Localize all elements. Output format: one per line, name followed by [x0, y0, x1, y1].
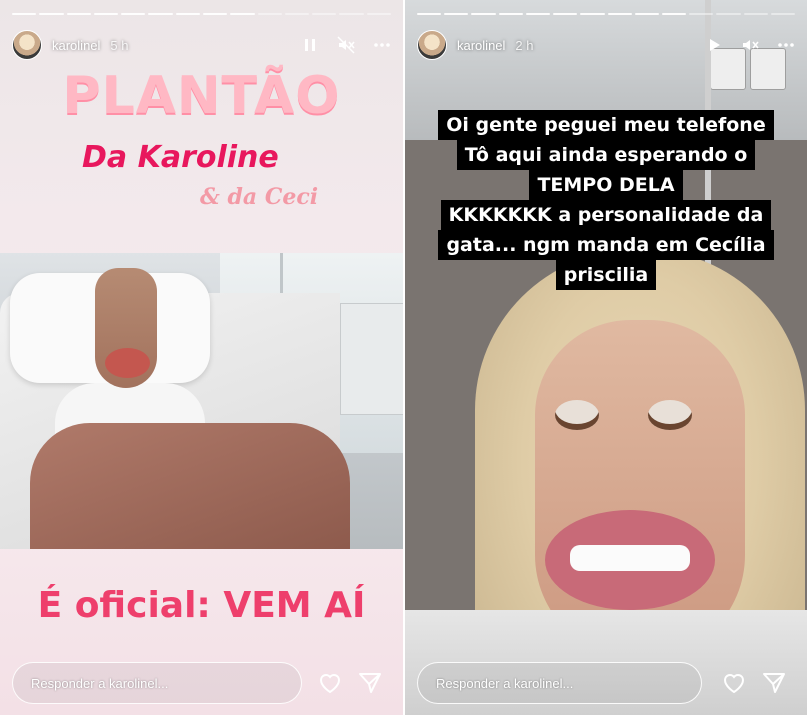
heart-icon[interactable]: [317, 670, 343, 696]
heart-icon[interactable]: [721, 670, 747, 696]
progress-segment: [230, 13, 255, 15]
username[interactable]: karolinel: [52, 38, 100, 53]
progress-segment: [12, 13, 37, 15]
progress-segment: [93, 13, 119, 15]
progress-segment: [471, 13, 496, 15]
progress-segment: [339, 13, 364, 15]
progress-segment: [444, 13, 469, 15]
mouth: [105, 348, 150, 378]
progress-segment: [312, 13, 337, 15]
blanket: [30, 423, 350, 549]
story-progress-bar: [12, 13, 391, 16]
progress-segment: [121, 13, 146, 15]
story-caption: Oi gente peguei meu telefone Tô aqui ain…: [405, 110, 807, 290]
right-eye: [648, 400, 692, 430]
reply-input[interactable]: Responder a karolinel...: [417, 662, 702, 704]
progress-segment: [607, 13, 632, 15]
progress-segment: [148, 13, 173, 15]
caption-line: gata... ngm manda em Cecília: [438, 230, 774, 260]
medical-machine: [340, 303, 403, 415]
story-progress-bar: [417, 13, 796, 16]
progress-segment: [525, 13, 551, 15]
title-da-karoline: Da Karoline: [82, 140, 279, 175]
post-time: 5 h: [110, 37, 129, 53]
progress-segment: [498, 13, 523, 15]
title-da-ceci: & da Ceci: [200, 184, 319, 210]
progress-segment: [175, 13, 200, 15]
play-icon[interactable]: [705, 36, 723, 54]
post-time: 2 h: [515, 37, 534, 53]
avatar[interactable]: [12, 30, 42, 60]
story-right[interactable]: karolinel 2 h Oi gente peguei meu telefo…: [405, 0, 807, 715]
progress-segment: [661, 13, 687, 15]
caption-line: Oi gente peguei meu telefone: [438, 110, 774, 140]
progress-segment: [284, 13, 310, 15]
muted-icon[interactable]: [337, 36, 355, 54]
more-icon[interactable]: [373, 36, 391, 54]
send-icon[interactable]: [357, 670, 383, 696]
title-plantao: PLANTÃO: [62, 66, 341, 126]
username[interactable]: karolinel: [457, 38, 505, 53]
progress-segment: [770, 13, 796, 15]
muted-icon[interactable]: [741, 36, 759, 54]
progress-segment: [634, 13, 659, 15]
progress-segment: [257, 13, 282, 15]
progress-segment: [202, 13, 228, 15]
caption-line: KKKKKKK a personalidade da: [440, 200, 772, 230]
progress-segment: [743, 13, 768, 15]
progress-segment: [39, 13, 64, 15]
story-left[interactable]: karolinel 5 h PLANTÃO Da Karoline & da C…: [0, 0, 403, 715]
story-header: karolinel 2 h: [417, 28, 795, 62]
caption-line: priscilia: [555, 260, 657, 290]
progress-segment: [66, 13, 91, 15]
story-header: karolinel 5 h: [12, 28, 391, 62]
progress-segment: [366, 13, 391, 15]
more-icon[interactable]: [777, 36, 795, 54]
progress-segment: [417, 13, 442, 15]
hospital-photo: [0, 253, 403, 549]
caption-line: TEMPO DELA: [529, 170, 683, 200]
caption-line: Tô aqui ainda esperando o: [456, 140, 756, 170]
progress-segment: [689, 13, 714, 15]
teeth: [570, 545, 690, 571]
progress-segment: [716, 13, 741, 15]
pause-icon[interactable]: [301, 36, 319, 54]
left-eye: [555, 400, 599, 430]
footer-announcement: É oficial: VEM AÍ: [37, 585, 366, 626]
progress-segment: [553, 13, 578, 15]
progress-segment: [580, 13, 605, 15]
reply-input[interactable]: Responder a karolinel...: [12, 662, 302, 704]
send-icon[interactable]: [761, 670, 787, 696]
avatar[interactable]: [417, 30, 447, 60]
